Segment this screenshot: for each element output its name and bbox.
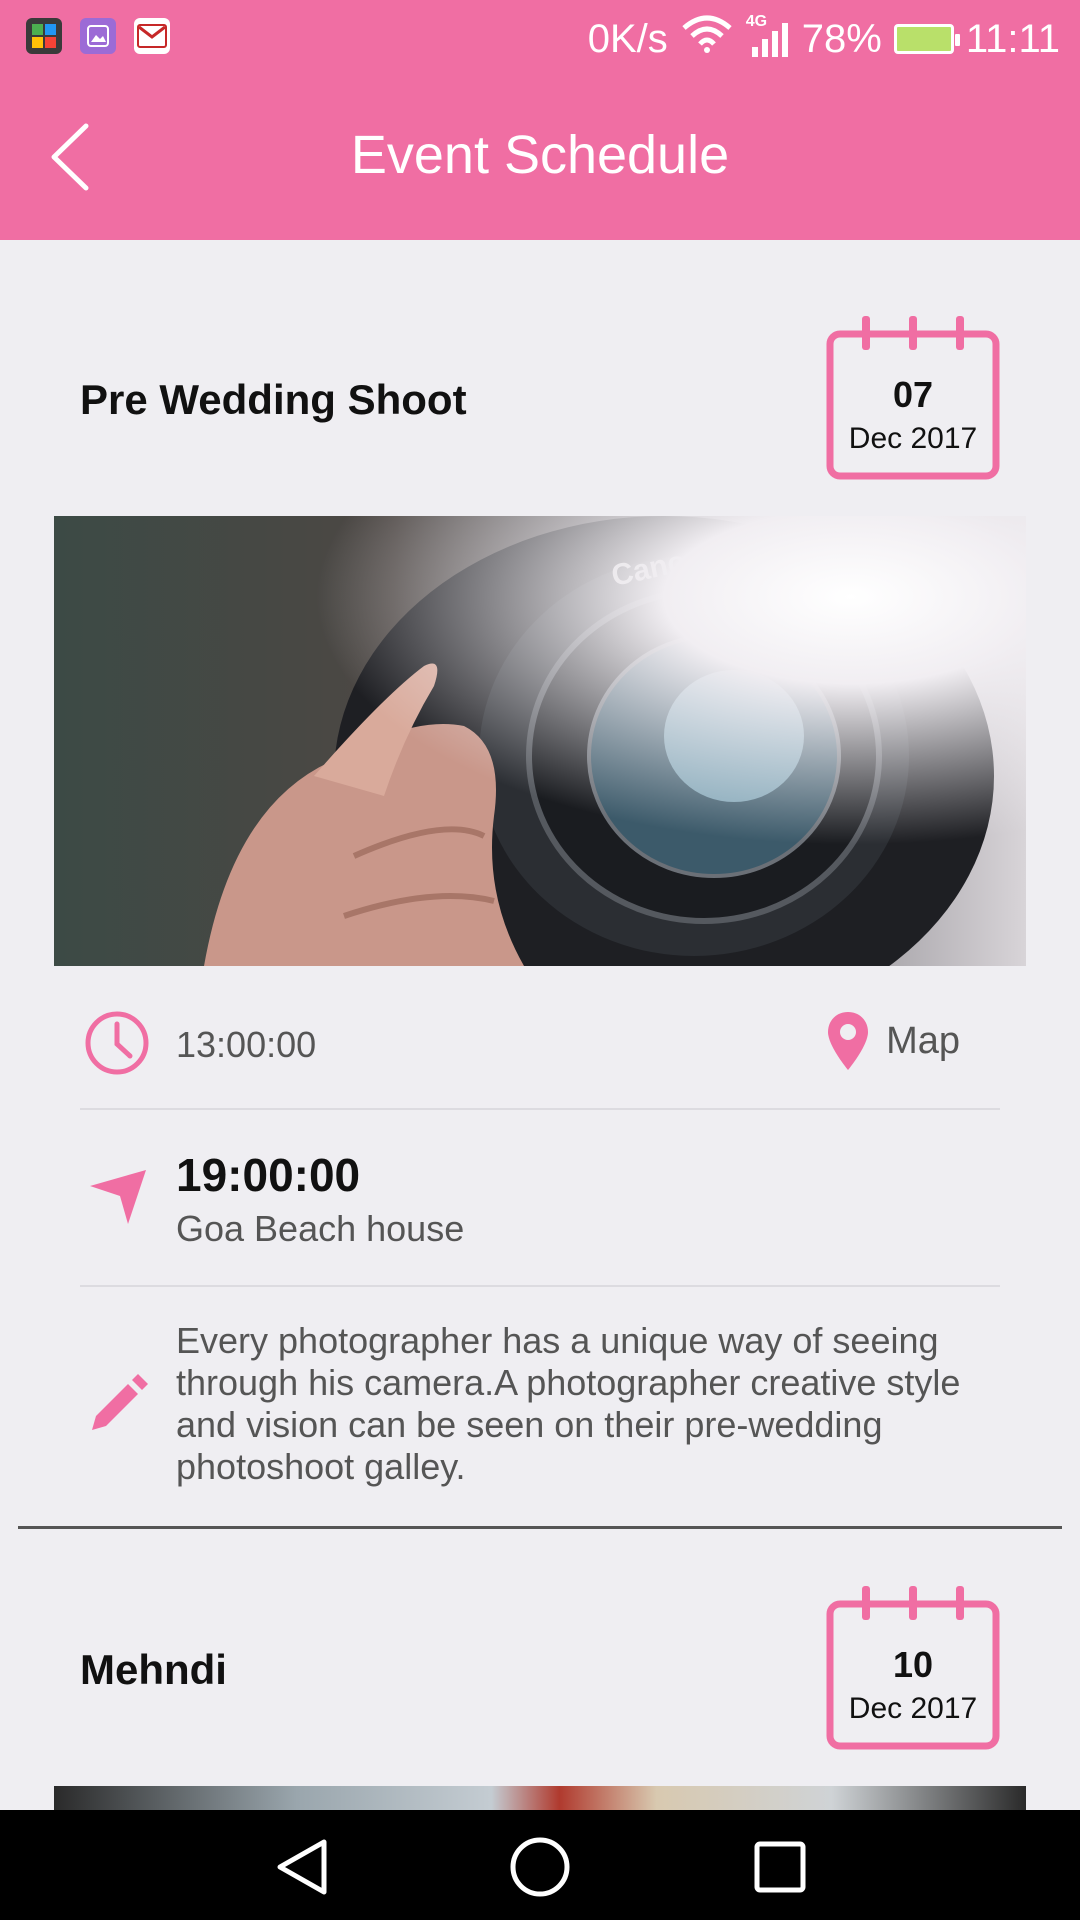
event-title: Mehndi	[80, 1646, 227, 1693]
event-photo: Canon	[54, 516, 1026, 966]
cellular-signal-icon: 4G	[746, 13, 790, 59]
description-row: Every photographer has a unique way of s…	[80, 1320, 1000, 1487]
event-card[interactable]: Mehndi 10 Dec 2017	[0, 1510, 1080, 1810]
event-date-badge: 07 Dec 2017	[826, 314, 1000, 480]
battery-icon	[893, 24, 960, 54]
event-title: Pre Wedding Shoot	[80, 376, 467, 423]
end-time: 19:00:00	[176, 1149, 361, 1201]
battery-level: 78%	[801, 16, 882, 61]
net-speed: 0K/s	[587, 16, 668, 61]
event-day: 07	[892, 374, 934, 415]
map-button[interactable]: Map	[826, 1010, 960, 1072]
page-title: Event Schedule	[350, 125, 730, 185]
event-month-year: Dec 2017	[848, 1692, 978, 1725]
navigation-arrow-icon	[90, 1170, 146, 1224]
status-indicators: 0K/s 4G 78% 11:11	[587, 13, 1060, 64]
wifi-icon	[680, 14, 734, 64]
nav-recents-button[interactable]	[745, 1832, 815, 1902]
square-recents-icon	[754, 1841, 806, 1893]
notification-icons	[26, 18, 170, 54]
venue: Goa Beach house	[176, 1208, 465, 1249]
start-time: 13:00:00	[176, 1024, 317, 1065]
nav-home-button[interactable]	[505, 1832, 575, 1902]
system-nav-bar	[0, 1810, 1080, 1920]
app-bar: Event Schedule	[0, 72, 1080, 240]
triangle-back-icon	[277, 1839, 327, 1895]
circle-home-icon	[510, 1837, 570, 1897]
clock-icon	[85, 1011, 149, 1075]
end-time-row: 19:00:00 Goa Beach house	[80, 1140, 1000, 1260]
play-store-icon	[26, 18, 62, 54]
gallery-app-icon	[80, 18, 116, 54]
pencil-icon	[92, 1374, 148, 1430]
event-day: 10	[892, 1644, 934, 1685]
nav-back-button[interactable]	[266, 1832, 336, 1902]
event-photo	[54, 1786, 1026, 1810]
gmail-icon	[134, 18, 170, 54]
map-label: Map	[886, 1019, 960, 1062]
event-card[interactable]: Pre Wedding Shoot 07 Dec 2017 13:00:00 M…	[0, 240, 1080, 1530]
status-bar: 0K/s 4G 78% 11:11	[0, 0, 1080, 72]
event-description: Every photographer has a unique way of s…	[176, 1320, 961, 1487]
start-time-row: 13:00:00 Map	[80, 1006, 1000, 1086]
event-month-year: Dec 2017	[848, 422, 978, 455]
divider	[80, 1108, 1000, 1110]
location-pin-icon	[828, 1012, 869, 1070]
event-date-badge: 10 Dec 2017	[826, 1584, 1000, 1750]
clock: 11:11	[965, 16, 1060, 61]
divider	[80, 1285, 1000, 1287]
